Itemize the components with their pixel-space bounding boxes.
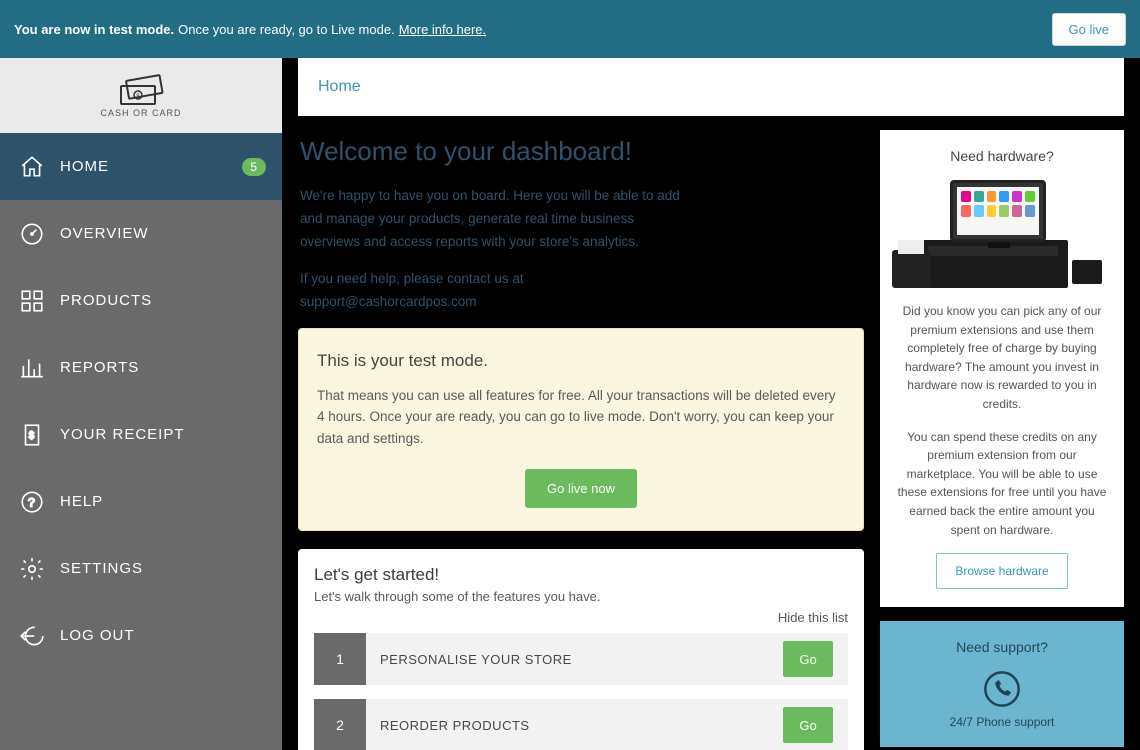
support-phone-label: 24/7 Phone support	[896, 715, 1108, 729]
sidebar-item-help[interactable]: ? HELP	[0, 468, 282, 535]
page-title: Welcome to your dashboard!	[300, 136, 862, 167]
grid-icon	[18, 287, 46, 315]
step-go-button[interactable]: Go	[783, 641, 833, 677]
hardware-title: Need hardware?	[896, 148, 1108, 164]
logout-icon	[18, 622, 46, 650]
phone-icon	[982, 669, 1022, 709]
breadcrumb: Home	[298, 58, 1124, 116]
go-live-button[interactable]: Go live	[1052, 13, 1126, 46]
hardware-image	[902, 178, 1102, 288]
test-mode-card: This is your test mode. That means you c…	[298, 328, 864, 532]
sidebar-item-label: HELP	[60, 493, 103, 510]
sidebar-item-products[interactable]: PRODUCTS	[0, 267, 282, 334]
logo-icon: $	[118, 74, 164, 106]
banner-bold: You are now in test mode.	[14, 22, 174, 37]
sidebar-item-logout[interactable]: LOG OUT	[0, 602, 282, 669]
step-number: 2	[314, 699, 366, 750]
get-started-sub: Let's walk through some of the features …	[314, 589, 848, 604]
brand-text: CASH OR CARD	[100, 108, 181, 118]
sidebar-item-label: PRODUCTS	[60, 292, 152, 309]
hardware-p2: You can spend these credits on any premi…	[896, 428, 1108, 540]
sidebar-item-label: OVERVIEW	[60, 225, 149, 242]
go-live-now-button[interactable]: Go live now	[525, 469, 637, 508]
get-started-card: Let's get started! Let's walk through so…	[298, 549, 864, 750]
sidebar-item-label: YOUR RECEIPT	[60, 426, 185, 443]
support-card: Need support? 24/7 Phone support	[880, 621, 1124, 747]
get-started-title: Let's get started!	[314, 565, 848, 585]
step-label: PERSONALISE YOUR STORE	[366, 633, 778, 685]
step-row-1: 1 PERSONALISE YOUR STORE Go	[314, 633, 848, 685]
gear-icon	[18, 555, 46, 583]
sidebar-item-label: REPORTS	[60, 359, 139, 376]
sidebar-item-label: HOME	[60, 158, 109, 175]
sidebar-item-home[interactable]: HOME 5	[0, 133, 282, 200]
svg-text:$: $	[29, 430, 36, 441]
breadcrumb-home[interactable]: Home	[318, 78, 361, 95]
sidebar-item-receipt[interactable]: $ YOUR RECEIPT	[0, 401, 282, 468]
browse-hardware-button[interactable]: Browse hardware	[936, 553, 1067, 589]
banner-mid: Once you are ready, go to Live mode.	[178, 22, 395, 37]
test-mode-banner: You are now in test mode. Once you are r…	[0, 0, 1140, 58]
hide-list-link[interactable]: Hide this list	[314, 610, 848, 625]
bar-chart-icon	[18, 354, 46, 382]
support-title: Need support?	[896, 639, 1108, 655]
step-label: REORDER PRODUCTS	[366, 699, 778, 750]
gauge-icon	[18, 220, 46, 248]
test-mode-title: This is your test mode.	[317, 351, 845, 371]
logo: $ CASH OR CARD	[0, 58, 282, 133]
hardware-p1: Did you know you can pick any of our pre…	[896, 302, 1108, 414]
sidebar-item-overview[interactable]: OVERVIEW	[0, 200, 282, 267]
receipt-icon: $	[18, 421, 46, 449]
hardware-card: Need hardware? Did you know you can pick…	[880, 130, 1124, 607]
sidebar-item-label: LOG OUT	[60, 627, 135, 644]
sidebar: $ CASH OR CARD HOME 5 OVERVIEW PRODUCTS	[0, 58, 282, 750]
svg-text:?: ?	[28, 495, 36, 509]
step-go-button[interactable]: Go	[783, 707, 833, 743]
sidebar-item-label: SETTINGS	[60, 560, 143, 577]
test-mode-body: That means you can use all features for …	[317, 385, 845, 450]
step-number: 1	[314, 633, 366, 685]
home-badge: 5	[242, 158, 266, 176]
help-icon: ?	[18, 488, 46, 516]
welcome-paragraph-1: We're happy to have you on board. Here y…	[300, 185, 680, 254]
sidebar-item-settings[interactable]: SETTINGS	[0, 535, 282, 602]
main-content: Home Welcome to your dashboard! We're ha…	[282, 58, 1140, 750]
step-row-2: 2 REORDER PRODUCTS Go	[314, 699, 848, 750]
welcome-paragraph-2: If you need help, please contact us at s…	[300, 268, 680, 314]
home-icon	[18, 153, 46, 181]
sidebar-item-reports[interactable]: REPORTS	[0, 334, 282, 401]
banner-more-link[interactable]: More info here.	[399, 22, 486, 37]
